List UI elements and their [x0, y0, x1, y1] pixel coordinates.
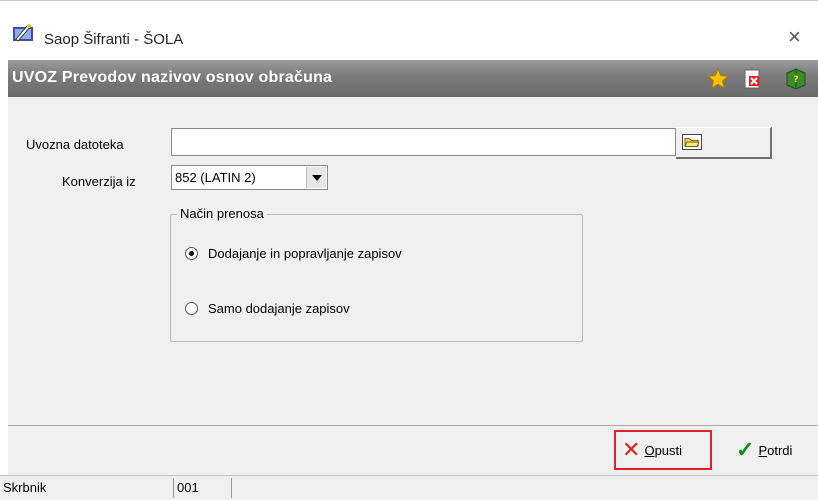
conversion-value: 852 (LATIN 2) — [175, 170, 256, 185]
star-icon[interactable] — [706, 67, 730, 91]
confirm-button[interactable]: ✓ Potrdi — [730, 430, 810, 470]
transfer-mode-group: Način prenosa Dodajanje in popravljanje … — [170, 206, 583, 342]
radio-add-only[interactable]: Samo dodajanje zapisov — [185, 301, 350, 316]
status-bar: Skrbnik 001 — [0, 475, 818, 500]
radio-button[interactable] — [185, 247, 198, 260]
folder-icon — [682, 134, 702, 150]
svg-text:?: ? — [793, 75, 798, 85]
confirm-label: Potrdi — [758, 443, 792, 458]
file-label: Uvozna datoteka — [26, 137, 124, 152]
cancel-label: Opusti — [644, 443, 682, 458]
form-header: UVOZ Prevodov nazivov osnov obračuna ? — [8, 60, 818, 97]
status-user: Skrbnik — [3, 480, 47, 495]
conversion-select[interactable]: 852 (LATIN 2) — [171, 165, 328, 190]
chevron-down-icon[interactable] — [306, 167, 326, 188]
cancel-button[interactable]: ✕ Opusti — [614, 430, 712, 470]
status-code: 001 — [173, 478, 228, 498]
browse-button[interactable] — [676, 127, 772, 159]
cancel-accelerator: O — [644, 442, 655, 458]
confirm-accelerator: P — [758, 442, 768, 458]
form-body: Uvozna datoteka Konverzija iz 852 (LATIN… — [8, 97, 818, 425]
window-titlebar: Saop Šifranti - ŠOLA × — [0, 0, 818, 58]
close-icon[interactable]: × — [788, 26, 801, 48]
cancel-label-rest: pusti — [654, 442, 683, 458]
window-title: Saop Šifranti - ŠOLA — [44, 31, 184, 48]
radio-add-and-update[interactable]: Dodajanje in popravljanje zapisov — [185, 246, 402, 261]
radio-label: Dodajanje in popravljanje zapisov — [208, 246, 402, 261]
conversion-label: Konverzija iz — [62, 174, 136, 189]
delete-icon[interactable] — [740, 67, 764, 91]
button-bar: ✕ Opusti ✓ Potrdi — [8, 425, 818, 475]
form-title: UVOZ Prevodov nazivov osnov obračuna — [12, 69, 333, 86]
transfer-mode-title: Način prenosa — [177, 206, 267, 221]
help-book-icon[interactable]: ? — [784, 67, 808, 91]
radio-button[interactable] — [185, 302, 198, 315]
status-extra — [231, 478, 818, 498]
import-file-input[interactable] — [171, 128, 676, 156]
radio-label: Samo dodajanje zapisov — [208, 301, 350, 316]
confirm-label-rest: otrdi — [767, 442, 793, 458]
app-wand-icon — [13, 24, 33, 42]
x-icon: ✕ — [622, 437, 641, 462]
checkmark-icon: ✓ — [736, 437, 755, 462]
